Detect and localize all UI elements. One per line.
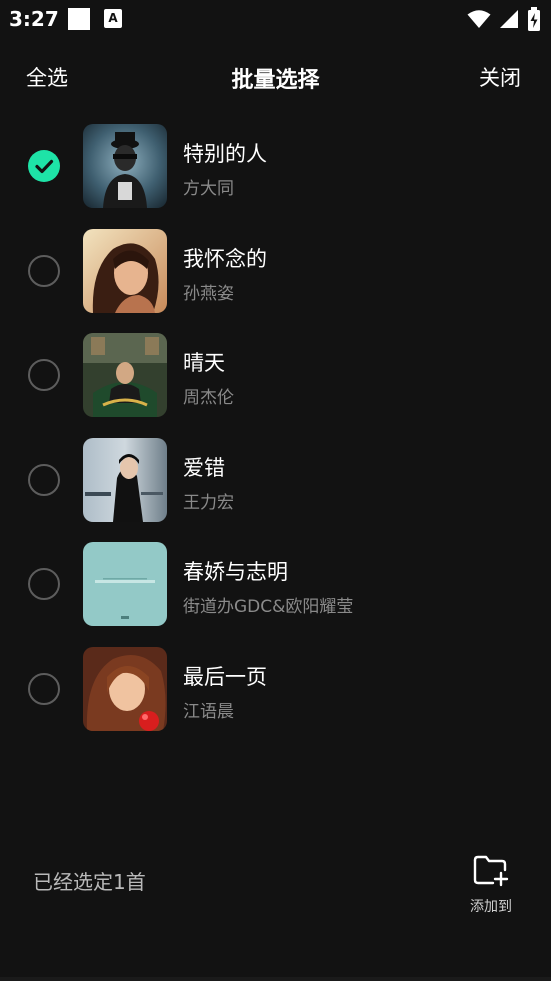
song-list: 特别的人 方大同 我怀念的 孙燕姿 晴天 周杰伦 爱错 王力宏 春娇与志明 街道… <box>0 116 551 743</box>
checkbox-unchecked[interactable] <box>28 359 60 391</box>
song-title: 我怀念的 <box>183 246 267 271</box>
notification-square-icon <box>68 8 90 30</box>
song-title: 晴天 <box>183 351 225 375</box>
select-all-button[interactable]: 全选 <box>26 62 68 92</box>
checkbox-checked[interactable] <box>28 150 60 182</box>
song-artist: 街道办GDC&欧阳耀莹 <box>183 597 354 617</box>
signal-icon <box>500 10 518 28</box>
song-title: 特别的人 <box>183 142 267 166</box>
song-row[interactable]: 爱错 王力宏 <box>0 430 551 535</box>
song-row[interactable]: 特别的人 方大同 <box>0 116 551 221</box>
song-row[interactable]: 晴天 周杰伦 <box>0 325 551 430</box>
album-cover <box>83 437 167 522</box>
checkbox-unchecked[interactable] <box>28 568 60 600</box>
text-a-icon: A <box>104 9 122 28</box>
song-artist: 方大同 <box>183 179 234 199</box>
close-button[interactable]: 关闭 <box>479 62 521 92</box>
add-to-folder-icon <box>473 855 509 887</box>
battery-charging-icon <box>528 7 540 31</box>
status-bar: 3:27 A <box>0 0 551 38</box>
song-artist: 江语晨 <box>183 701 234 722</box>
checkbox-unchecked[interactable] <box>28 672 60 705</box>
song-row[interactable]: 我怀念的 孙燕姿 <box>0 221 551 326</box>
checkbox-unchecked[interactable] <box>28 463 60 496</box>
album-cover <box>83 228 167 313</box>
page-title: 批量选择 <box>231 68 320 93</box>
add-to-button[interactable]: 添加到 <box>455 850 527 920</box>
status-time: 3:27 <box>9 7 59 31</box>
batch-select-screen: 3:27 A 批量选择 全选 关闭 特别的人 方大同 我怀念的 孙燕姿 晴天 周… <box>0 0 551 981</box>
status-icons <box>467 7 541 31</box>
album-cover <box>83 333 167 417</box>
song-title: 爱错 <box>183 455 225 480</box>
checkbox-unchecked[interactable] <box>28 254 60 287</box>
song-title: 春娇与志明 <box>183 560 288 584</box>
song-row[interactable]: 最后一页 江语晨 <box>0 639 551 744</box>
header-bar: 批量选择 全选 关闭 <box>0 50 551 102</box>
song-row[interactable]: 春娇与志明 街道办GDC&欧阳耀莹 <box>0 534 551 639</box>
selected-count-text: 已经选定1首 <box>33 870 146 894</box>
wifi-icon <box>467 10 491 28</box>
song-artist: 王力宏 <box>183 492 234 513</box>
album-cover <box>83 542 167 626</box>
album-cover <box>83 124 167 208</box>
album-cover <box>83 646 167 731</box>
song-title: 最后一页 <box>183 664 267 689</box>
checkmark-icon <box>35 159 54 174</box>
song-artist: 周杰伦 <box>183 388 234 408</box>
song-artist: 孙燕姿 <box>183 283 234 304</box>
add-to-label: 添加到 <box>470 899 512 915</box>
nav-bar-edge <box>0 977 551 981</box>
